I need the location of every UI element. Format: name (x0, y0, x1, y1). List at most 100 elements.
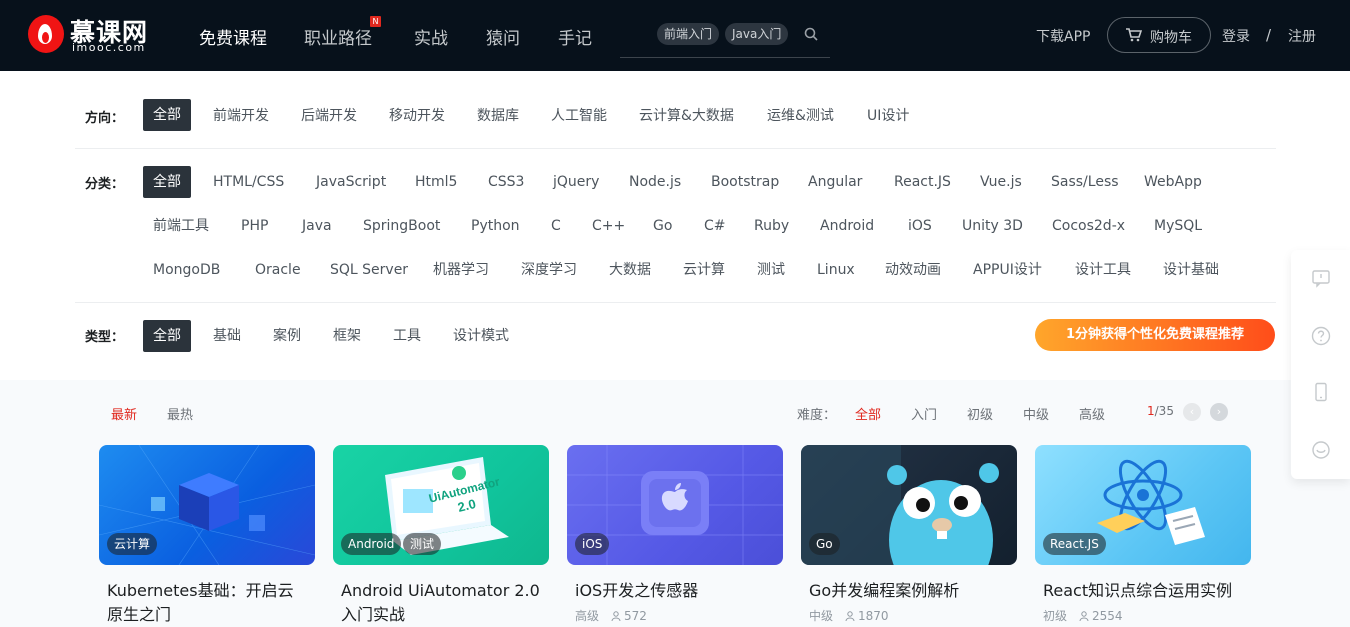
category-tag[interactable]: C++ (592, 210, 625, 242)
type-tag[interactable]: 案例 (273, 320, 301, 352)
category-tag[interactable]: Angular (808, 166, 862, 198)
feedback-icon[interactable] (1311, 268, 1331, 288)
course-title[interactable]: Android UiAutomator 2.0 入门实战 (341, 579, 541, 627)
course-card[interactable]: React.JS React知识点综合运用实例 初级 2554 (1035, 445, 1251, 627)
course-card[interactable]: 云计算 Kubernetes基础：开启云原生之门 (99, 445, 315, 627)
user-icon (845, 611, 855, 621)
nav-qa[interactable]: 猿问 (486, 24, 520, 49)
category-tag[interactable]: MySQL (1154, 210, 1202, 242)
course-thumbnail[interactable]: 云计算 (99, 445, 315, 565)
category-tag[interactable]: Html5 (415, 166, 457, 198)
category-tag[interactable]: CSS3 (488, 166, 524, 198)
help-icon[interactable] (1311, 326, 1331, 346)
course-title[interactable]: Kubernetes基础：开启云原生之门 (107, 579, 307, 627)
category-tag[interactable]: Python (471, 210, 520, 242)
search-icon[interactable] (804, 27, 818, 41)
download-app-link[interactable]: 下载APP (1036, 26, 1090, 46)
course-thumbnail[interactable]: iOS (567, 445, 783, 565)
nav-practice[interactable]: 实战 (414, 24, 448, 49)
recommendation-button[interactable]: 1分钟获得个性化免费课程推荐 (1035, 319, 1275, 351)
login-link[interactable]: 登录 (1222, 26, 1250, 46)
category-tag[interactable]: JavaScript (316, 166, 386, 198)
prev-page-button[interactable]: ‹ (1183, 403, 1201, 421)
type-tag[interactable]: 框架 (333, 320, 361, 352)
nav-career-path[interactable]: 职业路径 (304, 24, 372, 49)
course-thumbnail[interactable]: UiAutomator 2.0 Android 测试 (333, 445, 549, 565)
nav-free-courses[interactable]: 免费课程 (199, 24, 267, 49)
category-tag[interactable]: Ruby (754, 210, 789, 242)
type-tag[interactable]: 基础 (213, 320, 241, 352)
course-title[interactable]: iOS开发之传感器 (575, 579, 775, 603)
sort-popular[interactable]: 最热 (167, 404, 193, 423)
category-tag[interactable]: C (551, 210, 561, 242)
type-tag[interactable]: 工具 (393, 320, 421, 352)
category-tag[interactable]: 大数据 (609, 254, 651, 286)
category-tag[interactable]: jQuery (553, 166, 599, 198)
category-tag-all[interactable]: 全部 (143, 166, 191, 198)
category-tag[interactable]: Bootstrap (711, 166, 779, 198)
chat-service-icon[interactable] (1311, 440, 1331, 460)
course-card[interactable]: iOS iOS开发之传感器 高级 572 (567, 445, 783, 627)
category-tag[interactable]: WebApp (1144, 166, 1202, 198)
difficulty-option[interactable]: 入门 (911, 404, 937, 423)
course-card[interactable]: UiAutomator 2.0 Android 测试 Android UiAut… (333, 445, 549, 627)
direction-tag[interactable]: UI设计 (867, 100, 909, 132)
category-tag[interactable]: Android (820, 210, 874, 242)
course-title[interactable]: React知识点综合运用实例 (1043, 579, 1243, 603)
category-tag[interactable]: MongoDB (153, 254, 220, 286)
category-tag[interactable]: Node.js (629, 166, 681, 198)
category-tag[interactable]: iOS (908, 210, 932, 242)
difficulty-option[interactable]: 初级 (967, 404, 993, 423)
search-box[interactable]: 前端入门 Java入门 (620, 20, 830, 58)
course-thumbnail[interactable]: Go (801, 445, 1017, 565)
course-thumbnail[interactable]: React.JS (1035, 445, 1251, 565)
direction-tag[interactable]: 人工智能 (551, 100, 607, 132)
difficulty-option[interactable]: 中级 (1023, 404, 1049, 423)
direction-tag[interactable]: 运维&测试 (767, 100, 834, 132)
search-chip-java[interactable]: Java入门 (725, 23, 789, 45)
course-title[interactable]: Go并发编程案例解析 (809, 579, 1009, 603)
sort-newest[interactable]: 最新 (111, 404, 137, 423)
category-tag[interactable]: 深度学习 (521, 254, 577, 286)
nav-notes[interactable]: 手记 (558, 24, 592, 49)
course-card[interactable]: Go Go并发编程案例解析 中级 1870 (801, 445, 1017, 627)
category-tag[interactable]: React.JS (894, 166, 951, 198)
cart-button[interactable]: 购物车 (1107, 17, 1211, 53)
category-tag[interactable]: Go (653, 210, 672, 242)
category-tag[interactable]: APPUI设计 (973, 254, 1042, 286)
category-tag[interactable]: Sass/Less (1051, 166, 1119, 198)
category-tag[interactable]: HTML/CSS (213, 166, 284, 198)
category-tag[interactable]: Cocos2d-x (1052, 210, 1125, 242)
direction-tag[interactable]: 后端开发 (301, 100, 357, 132)
category-tag[interactable]: 机器学习 (433, 254, 489, 286)
difficulty-option[interactable]: 高级 (1079, 404, 1105, 423)
mobile-app-icon[interactable] (1311, 382, 1331, 402)
difficulty-all[interactable]: 全部 (855, 404, 881, 423)
category-tag[interactable]: SpringBoot (363, 210, 440, 242)
next-page-button[interactable]: › (1210, 403, 1228, 421)
category-tag[interactable]: 设计工具 (1075, 254, 1131, 286)
category-tag[interactable]: 动效动画 (885, 254, 941, 286)
type-tag-all[interactable]: 全部 (143, 320, 191, 352)
direction-tag[interactable]: 数据库 (477, 100, 519, 132)
category-tag[interactable]: 前端工具 (153, 210, 209, 242)
category-tag[interactable]: Vue.js (980, 166, 1022, 198)
category-tag[interactable]: 测试 (757, 254, 785, 286)
category-tag[interactable]: Linux (817, 254, 855, 286)
category-tag[interactable]: PHP (241, 210, 268, 242)
category-tag[interactable]: Unity 3D (962, 210, 1023, 242)
direction-tag[interactable]: 云计算&大数据 (639, 100, 734, 132)
category-tag[interactable]: 设计基础 (1163, 254, 1219, 286)
direction-tag[interactable]: 前端开发 (213, 100, 269, 132)
search-chip-frontend[interactable]: 前端入门 (657, 23, 720, 45)
category-tag[interactable]: Java (302, 210, 332, 242)
imooc-logo[interactable]: 慕课网 imooc.com (28, 15, 158, 57)
category-tag[interactable]: Oracle (255, 254, 301, 286)
register-link[interactable]: 注册 (1288, 26, 1316, 46)
category-tag[interactable]: SQL Server (330, 254, 408, 286)
category-tag[interactable]: 云计算 (683, 254, 725, 286)
category-tag[interactable]: C# (704, 210, 726, 242)
type-tag[interactable]: 设计模式 (453, 320, 509, 352)
direction-tag[interactable]: 移动开发 (389, 100, 445, 132)
direction-tag-all[interactable]: 全部 (143, 99, 191, 131)
